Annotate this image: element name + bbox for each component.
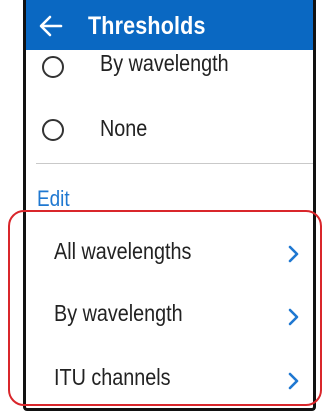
edit-item-by-wavelength[interactable]: By wavelength	[26, 290, 313, 340]
section-header-edit: Edit	[37, 186, 70, 211]
radio-label: By wavelength	[100, 50, 229, 76]
edit-item-all-wavelengths[interactable]: All wavelengths	[26, 228, 313, 278]
page-title: Thresholds	[88, 12, 206, 40]
app-bar: Thresholds	[26, 0, 313, 50]
edit-item-label: All wavelengths	[54, 238, 192, 264]
radio-option-none[interactable]: None	[26, 108, 313, 152]
edit-item-label: ITU channels	[54, 364, 171, 390]
divider	[36, 163, 313, 164]
chevron-right-icon	[288, 372, 299, 390]
radio-option-by-wavelength[interactable]: By wavelength	[26, 46, 313, 86]
device-screen: Thresholds By wavelength None Edit All w…	[23, 0, 316, 411]
edit-item-label: By wavelength	[54, 300, 183, 326]
chevron-right-icon	[288, 308, 299, 326]
radio-label: None	[100, 115, 148, 141]
radio-button[interactable]	[42, 56, 64, 78]
radio-button[interactable]	[42, 119, 64, 141]
arrow-left-icon[interactable]	[38, 13, 64, 39]
chevron-right-icon	[288, 245, 299, 263]
edit-item-itu-channels[interactable]: ITU channels	[26, 354, 313, 404]
